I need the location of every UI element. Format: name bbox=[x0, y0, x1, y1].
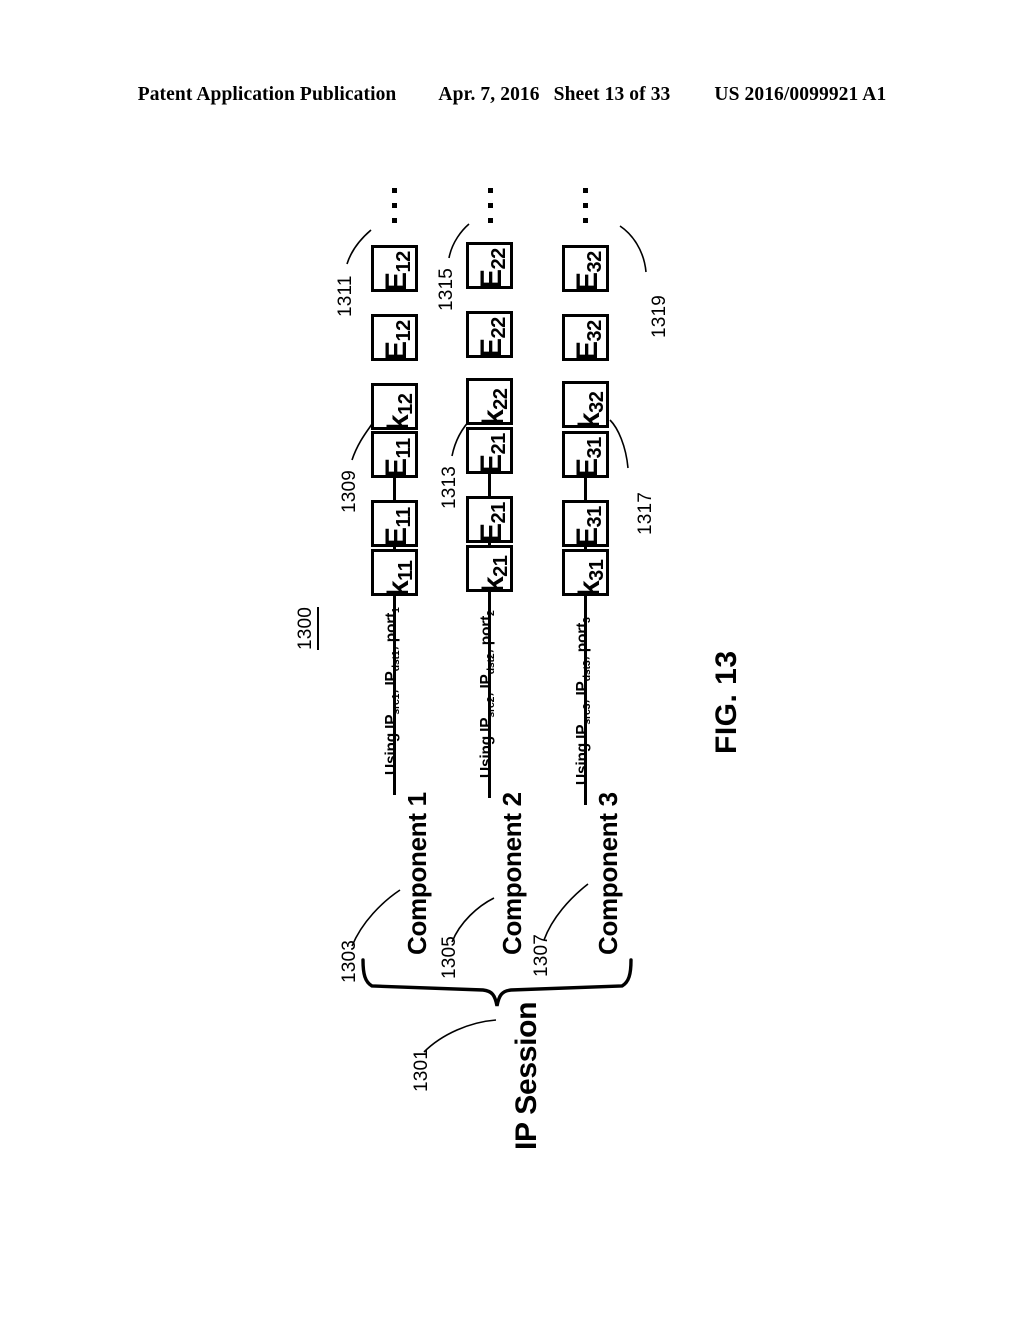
figure-label: FIG. 13 bbox=[710, 650, 743, 754]
node-box-label: E12 bbox=[380, 320, 415, 361]
node-box-label: E21 bbox=[475, 502, 510, 543]
ref-number-1301: 1301 bbox=[411, 1048, 432, 1092]
ref-number-1307: 1307 bbox=[531, 933, 552, 977]
node-box-label: E31 bbox=[571, 437, 606, 478]
leader-line-1307 bbox=[543, 883, 589, 941]
node-box-label: E32 bbox=[571, 251, 606, 292]
component-label-3: Component 3 bbox=[593, 792, 623, 955]
diagram-ref-1300: 1300 bbox=[295, 606, 319, 650]
node-box-label: E31 bbox=[571, 506, 606, 547]
node-box-label: E11 bbox=[380, 438, 415, 478]
ref-number-1315: 1315 bbox=[436, 267, 457, 311]
ref-number-1313: 1313 bbox=[439, 465, 460, 509]
flow-label-component-3: Using IPsrc3, IPdst3, port3 bbox=[574, 617, 593, 785]
node-box-label: E11 bbox=[380, 507, 415, 547]
node-box-label: E21 bbox=[475, 433, 510, 474]
flow-label-component-2: Using IPsrc2, IPdst2, port2 bbox=[478, 610, 497, 778]
ref-number-1305: 1305 bbox=[439, 935, 460, 979]
header-sheet: Sheet 13 of 33 bbox=[553, 84, 671, 105]
node-box-label: E22 bbox=[475, 317, 510, 358]
leader-line-1317 bbox=[609, 419, 629, 469]
figure-13-canvas: 1300 FIG. 13 E12 E12 k12 E11 E11 k11 130… bbox=[0, 150, 1024, 1250]
node-box-label: k11 bbox=[382, 560, 417, 597]
node-box-label: k21 bbox=[477, 555, 512, 593]
header-date: Apr. 7, 2016 bbox=[438, 84, 540, 105]
leader-line-1311 bbox=[346, 229, 372, 265]
node-box-label: k12 bbox=[382, 393, 417, 431]
node-box-label: k31 bbox=[573, 559, 608, 597]
node-box-label: E12 bbox=[380, 251, 415, 292]
leader-line-1319 bbox=[619, 225, 647, 273]
ref-number-1319: 1319 bbox=[649, 294, 670, 338]
node-box-label: E32 bbox=[571, 320, 606, 361]
ip-session-label: IP Session bbox=[510, 1001, 543, 1150]
leader-line-1309 bbox=[351, 423, 373, 461]
header-publication: Patent Application Publication bbox=[137, 84, 397, 105]
node-box-label: k22 bbox=[477, 388, 512, 426]
leader-line-1301 bbox=[423, 1019, 497, 1053]
flow-label-component-1: Using IPsrc1, IPdst1, port1 bbox=[383, 607, 402, 775]
patent-figure-page: Patent Application Publication Apr. 7, 2… bbox=[0, 0, 1024, 1320]
session-brace bbox=[361, 958, 633, 1007]
ref-number-1311: 1311 bbox=[335, 275, 356, 317]
leader-line-1303 bbox=[351, 889, 401, 947]
page-header: Patent Application Publication Apr. 7, 2… bbox=[0, 84, 1024, 114]
component-label-2: Component 2 bbox=[497, 792, 527, 955]
header-publication-number: US 2016/0099921 A1 bbox=[714, 84, 887, 105]
ref-number-1309: 1309 bbox=[339, 469, 360, 513]
ref-number-1317: 1317 bbox=[635, 491, 656, 535]
node-box-label: k32 bbox=[573, 391, 608, 429]
ref-number-1303: 1303 bbox=[339, 939, 360, 983]
component-label-1: Component 1 bbox=[402, 792, 432, 955]
node-box-label: E22 bbox=[475, 248, 510, 289]
